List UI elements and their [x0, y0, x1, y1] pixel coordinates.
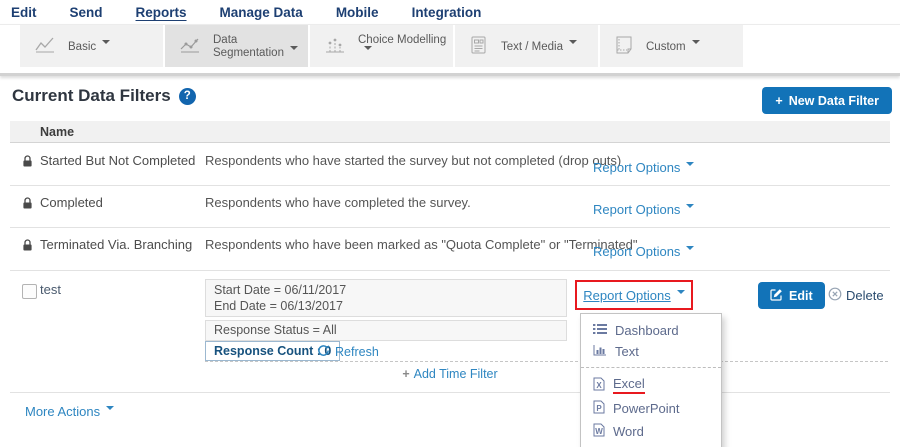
tab-label: Basic — [68, 40, 110, 53]
app-window: Edit Send Reports Manage Data Mobile Int… — [0, 0, 900, 447]
edit-pencil-icon — [770, 288, 783, 304]
bar-chart-icon — [593, 344, 607, 359]
tab-data-segmentation[interactable]: Data Segmentation — [165, 25, 308, 67]
refresh-label: Refresh — [335, 345, 379, 359]
report-options-link[interactable]: Report Options — [593, 202, 694, 217]
menu-item-powerpoint[interactable]: P PowerPoint — [581, 397, 721, 420]
add-time-filter-label: Add Time Filter — [414, 367, 498, 381]
name-column-header: Name — [40, 125, 74, 139]
report-options-link[interactable]: Report Options — [593, 244, 694, 259]
menu-item-dashboard[interactable]: Dashboard — [581, 320, 721, 341]
plus-icon — [775, 94, 782, 108]
response-status-box: Response Status = All — [205, 320, 567, 341]
tab-label: Data Segmentation — [213, 34, 308, 59]
edit-button[interactable]: Edit — [758, 282, 825, 309]
filter-name: Started But Not Completed — [40, 153, 195, 168]
top-menu: Edit Send Reports Manage Data Mobile Int… — [0, 0, 900, 24]
nav-item-send[interactable]: Send — [70, 5, 103, 20]
newspaper-icon — [469, 35, 489, 58]
annotation-red-box: Report Options — [575, 280, 693, 310]
lock-icon — [22, 155, 33, 171]
report-tabs-bar: Basic Data Segmentation Choice Modelling… — [0, 24, 900, 76]
filter-name: Completed — [40, 195, 103, 210]
table-row: Completed Respondents who have completed… — [10, 185, 890, 228]
lock-icon — [22, 239, 33, 255]
menu-item-label: Word — [613, 424, 644, 439]
add-time-filter-link[interactable]: Add Time Filter — [10, 367, 890, 381]
line-chart-icon — [34, 35, 56, 58]
menu-divider — [581, 367, 721, 368]
nav-item-integration[interactable]: Integration — [412, 5, 482, 20]
tab-basic[interactable]: Basic — [20, 25, 163, 67]
menu-item-excel[interactable]: X Excel — [581, 373, 721, 397]
svg-text:X: X — [596, 381, 602, 390]
filter-description: Respondents who have started the survey … — [205, 153, 621, 168]
dashed-divider — [205, 361, 888, 362]
filter-name: Terminated Via. Branching — [40, 237, 192, 252]
table-header: Name — [10, 121, 890, 143]
nav-item-mobile[interactable]: Mobile — [336, 5, 379, 20]
tab-label: Choice Modelling — [358, 34, 453, 59]
menu-item-label: Text — [615, 344, 639, 359]
svg-text:W: W — [595, 427, 603, 436]
tab-custom[interactable]: Custom — [600, 25, 743, 67]
menu-item-label: Excel — [613, 376, 645, 394]
date-filter-box: Start Date = 06/11/2017 End Date = 06/13… — [205, 279, 567, 317]
nav-item-manage-data[interactable]: Manage Data — [220, 5, 303, 20]
tab-label: Text / Media — [501, 40, 577, 53]
lock-icon — [22, 197, 33, 213]
filter-name: test — [40, 282, 61, 297]
word-file-icon: W — [593, 423, 605, 440]
report-options-link[interactable]: Report Options — [593, 160, 694, 175]
menu-item-label: PowerPoint — [613, 401, 679, 416]
menu-item-text[interactable]: Text — [581, 341, 721, 362]
tab-text-media[interactable]: Text / Media — [455, 25, 598, 67]
scatter-line-chart-icon — [179, 35, 201, 58]
filter-description: Respondents who have completed the surve… — [205, 195, 471, 210]
row-checkbox[interactable] — [22, 284, 37, 299]
report-options-link[interactable]: Report Options — [583, 288, 684, 303]
table-row: Started But Not Completed Respondents wh… — [10, 143, 890, 186]
refresh-link[interactable]: Refresh — [317, 344, 379, 360]
page-title: Current Data Filters — [12, 86, 171, 106]
svg-text:P: P — [596, 404, 602, 413]
report-options-dropdown: Dashboard Text X Excel P PowerPoint W Wo… — [580, 313, 722, 447]
delete-label: Delete — [846, 288, 884, 303]
delete-button[interactable]: Delete — [828, 287, 884, 304]
edit-label: Edit — [789, 289, 813, 303]
table-row: Terminated Via. Branching Respondents wh… — [10, 227, 890, 271]
list-icon — [593, 323, 607, 338]
refresh-icon — [317, 344, 330, 360]
bar-line-chart-icon — [324, 35, 346, 58]
tab-choice-modelling[interactable]: Choice Modelling — [310, 25, 453, 67]
end-date-value: End Date = 06/13/2017 — [214, 298, 558, 314]
excel-file-icon: X — [593, 377, 605, 394]
filter-description: Respondents who have been marked as "Quo… — [205, 237, 638, 252]
help-icon[interactable] — [179, 88, 196, 105]
menu-item-label: Dashboard — [615, 323, 679, 338]
more-actions-link[interactable]: More Actions — [25, 404, 114, 419]
new-data-filter-button[interactable]: New Data Filter — [762, 87, 892, 114]
menu-item-word[interactable]: W Word — [581, 420, 721, 443]
tab-label: Custom — [646, 40, 700, 53]
custom-report-icon — [614, 35, 634, 58]
nav-item-edit[interactable]: Edit — [11, 5, 37, 20]
plus-icon — [402, 367, 409, 381]
new-data-filter-label: New Data Filter — [789, 94, 879, 108]
page-header: Current Data Filters — [12, 86, 196, 106]
circle-x-icon — [828, 287, 842, 304]
nav-item-reports[interactable]: Reports — [136, 5, 187, 20]
powerpoint-file-icon: P — [593, 400, 605, 417]
start-date-value: Start Date = 06/11/2017 — [214, 282, 558, 298]
response-status-value: Response Status = All — [214, 323, 337, 337]
table-row-test: test Start Date = 06/11/2017 End Date = … — [10, 270, 890, 393]
